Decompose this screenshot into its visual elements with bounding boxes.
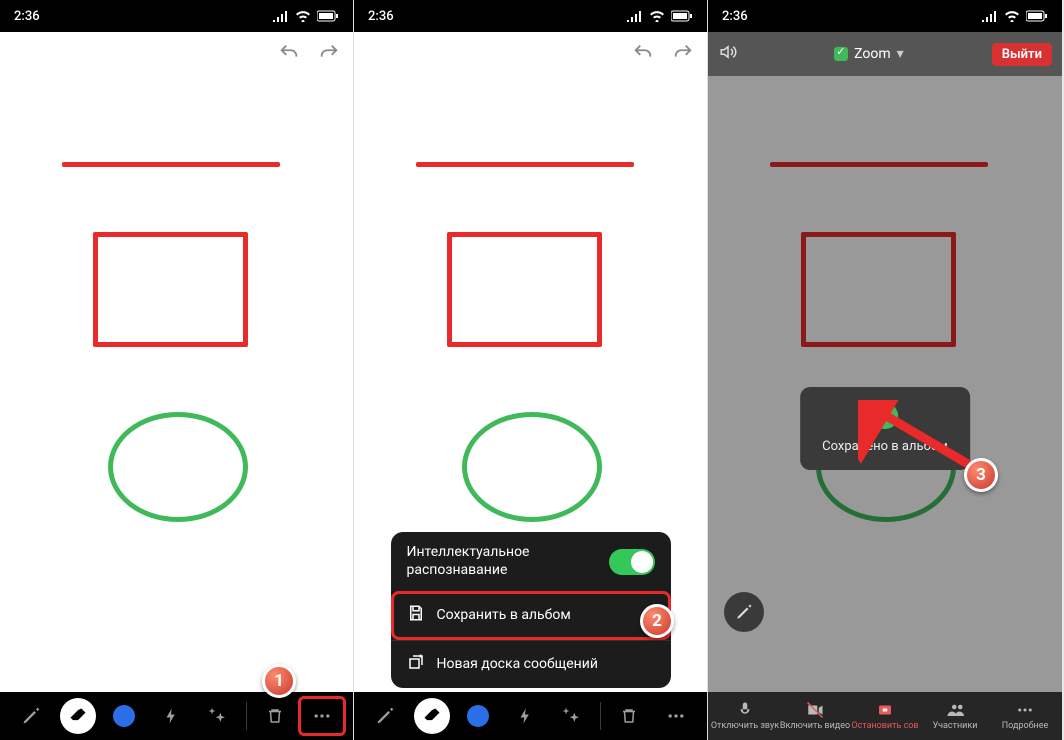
color-picker[interactable] <box>460 698 496 734</box>
wifi-icon <box>649 10 665 22</box>
smart-recognition-toggle[interactable] <box>609 549 655 575</box>
battery-icon <box>671 10 693 22</box>
meeting-title: Zoom <box>854 46 891 62</box>
trash-button[interactable] <box>611 698 647 734</box>
label: Подробнее <box>1002 721 1049 731</box>
color-swatch-blue <box>467 705 489 727</box>
stop-share-button[interactable]: Остановить сов <box>850 701 920 731</box>
label: Участники <box>933 721 978 731</box>
label: Включить видео <box>780 721 850 731</box>
step-badge-1: 1 <box>262 664 296 698</box>
dim-overlay <box>708 32 1062 692</box>
phone-screenshot-2: 2:36 <box>354 0 708 740</box>
menu-label: Интеллектуальное распознавание <box>407 544 599 579</box>
zoom-meeting-header: Zoom ▾ Выйти <box>708 32 1062 76</box>
new-board-icon <box>407 653 425 677</box>
whiteboard-canvas: Zoom ▾ Выйти ✓ Сохранено в альбом <box>708 32 1062 692</box>
smart-tool[interactable] <box>199 698 235 734</box>
drawing-green-ellipse <box>108 412 248 522</box>
redo-button[interactable] <box>311 38 347 68</box>
drawing-green-ellipse <box>462 412 602 522</box>
signal-icon <box>627 10 643 22</box>
label: Остановить сов <box>851 721 918 731</box>
highlight-more-button <box>298 696 346 736</box>
menu-item-save-to-album[interactable]: Сохранить в альбом <box>391 591 671 640</box>
phone-screenshot-3: 2:36 Zoom ▾ Выйти ✓ <box>708 0 1062 740</box>
drawing-red-rectangle <box>93 232 248 347</box>
status-time: 2:36 <box>14 9 40 24</box>
more-menu-popup: Интеллектуальное распознавание Сохранить… <box>391 532 671 688</box>
menu-item-new-whiteboard[interactable]: Новая доска сообщений <box>391 640 671 689</box>
status-bar: 2:36 <box>708 0 1062 32</box>
toolbar-divider <box>246 702 247 730</box>
annotation-toolbar <box>354 692 707 740</box>
eraser-tool[interactable] <box>60 698 96 734</box>
more-button[interactable] <box>658 698 694 734</box>
battery-icon <box>1026 10 1048 22</box>
step-badge-3: 3 <box>964 458 998 492</box>
participants-button[interactable]: Участники <box>920 701 990 731</box>
encryption-shield-icon <box>834 47 848 61</box>
menu-item-smart-recognition[interactable]: Интеллектуальное распознавание <box>391 532 671 591</box>
undo-button[interactable] <box>625 38 661 68</box>
pen-tool[interactable] <box>367 698 403 734</box>
status-time: 2:36 <box>368 9 394 24</box>
chevron-down-icon[interactable]: ▾ <box>897 46 904 62</box>
phone-screenshot-1: 2:36 1 <box>0 0 354 740</box>
toolbar-divider <box>600 702 601 730</box>
undo-button[interactable] <box>271 38 307 68</box>
whiteboard-canvas[interactable] <box>0 32 353 692</box>
menu-label: Сохранить в альбом <box>437 607 571 625</box>
drawing-red-line <box>62 162 280 167</box>
wifi-icon <box>1004 10 1020 22</box>
color-swatch-blue <box>113 705 135 727</box>
drawing-red-line <box>416 162 634 167</box>
step-badge-2: 2 <box>640 604 674 638</box>
leave-meeting-button[interactable]: Выйти <box>992 43 1052 66</box>
spotlight-tool[interactable] <box>153 698 189 734</box>
color-picker[interactable] <box>106 698 142 734</box>
smart-tool[interactable] <box>553 698 589 734</box>
video-button[interactable]: Включить видео <box>780 701 850 731</box>
eraser-tool[interactable] <box>414 698 450 734</box>
spotlight-tool[interactable] <box>507 698 543 734</box>
status-time: 2:36 <box>722 9 748 24</box>
label: Отключить звук <box>711 721 779 731</box>
menu-label: Новая доска сообщений <box>437 656 598 674</box>
annotate-fab[interactable] <box>724 592 764 632</box>
signal-icon <box>982 10 998 22</box>
meeting-controls: Отключить звук Включить видео Остановить… <box>708 692 1062 740</box>
more-controls-button[interactable]: Подробнее <box>990 701 1060 731</box>
save-icon <box>407 604 425 628</box>
mute-button[interactable]: Отключить звук <box>710 701 780 731</box>
status-bar: 2:36 <box>0 0 353 32</box>
trash-button[interactable] <box>257 698 293 734</box>
wifi-icon <box>295 10 311 22</box>
drawing-red-rectangle <box>447 232 602 347</box>
speaker-icon[interactable] <box>718 43 746 65</box>
signal-icon <box>273 10 289 22</box>
redo-button[interactable] <box>665 38 701 68</box>
pen-tool[interactable] <box>13 698 49 734</box>
battery-icon <box>317 10 339 22</box>
status-bar: 2:36 <box>354 0 707 32</box>
